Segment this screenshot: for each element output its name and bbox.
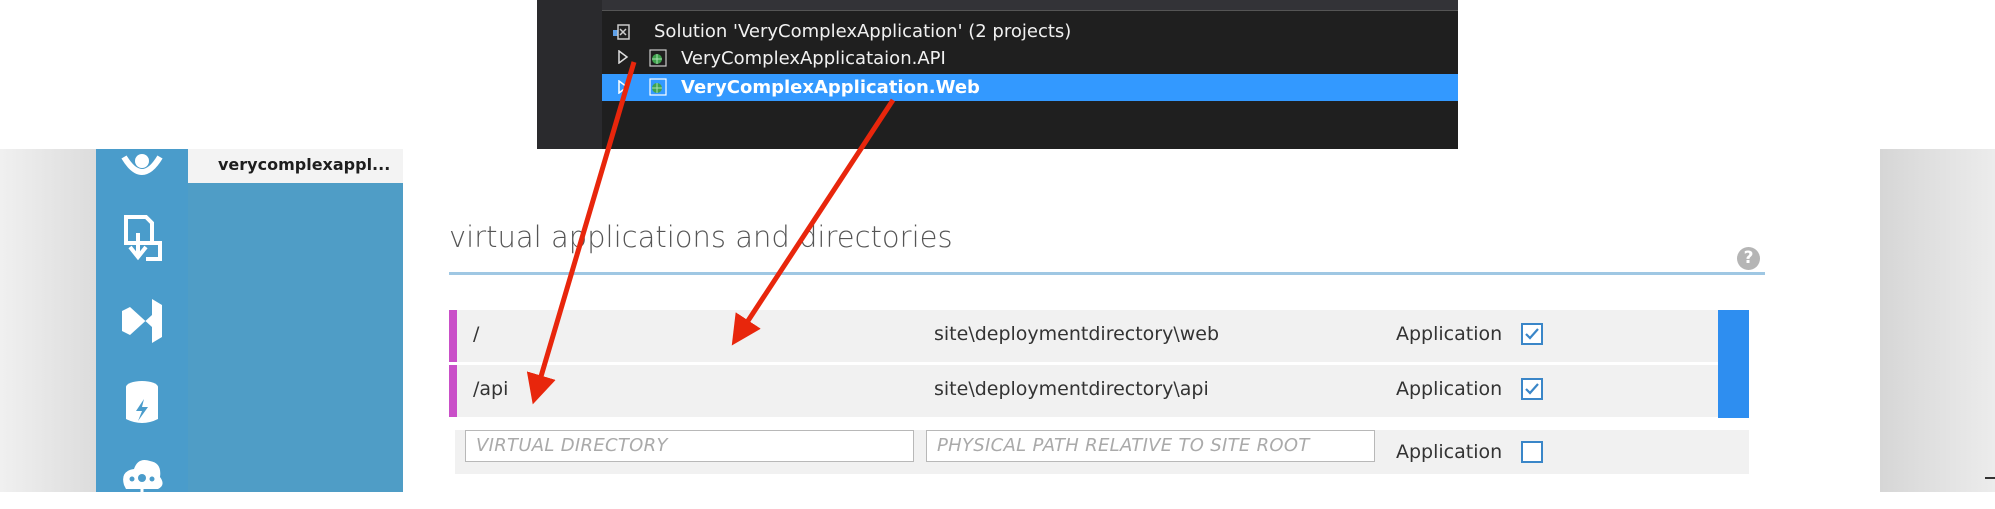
physical-path-input[interactable]: PHYSICAL PATH RELATIVE TO SITE ROOT	[926, 430, 1375, 462]
checkmark-icon	[1525, 383, 1539, 395]
portal-left-margin	[0, 149, 96, 492]
type-cell: Application	[1396, 441, 1503, 463]
subnav-panel	[188, 149, 403, 492]
help-icon[interactable]: ?	[1737, 247, 1760, 270]
project-node-web[interactable]: VeryComplexApplication.Web	[681, 77, 980, 98]
site-name[interactable]: verycomplexappl...	[218, 155, 390, 174]
type-cell: Application	[1396, 378, 1503, 400]
virtual-directory-input[interactable]: VIRTUAL DIRECTORY	[465, 430, 914, 462]
solution-icon	[613, 24, 630, 40]
physical-path-cell: site\deploymentdirectory\web	[934, 323, 1220, 345]
row-accent	[449, 310, 457, 362]
solution-node[interactable]: Solution 'VeryComplexApplication' (2 pro…	[654, 21, 1071, 42]
section-divider	[449, 272, 1765, 275]
virtual-path-cell: /api	[473, 378, 509, 400]
cursor-mark	[1985, 477, 1995, 479]
section-title: virtual applications and directories	[449, 220, 953, 254]
project-node-api[interactable]: VeryComplexApplicataion.API	[681, 48, 946, 69]
type-cell: Application	[1396, 323, 1503, 345]
virtual-path-cell: /	[473, 323, 480, 345]
portal-right-margin	[1880, 149, 1995, 492]
nav-rail	[96, 149, 188, 499]
publish-icon[interactable]	[96, 207, 188, 271]
web-project-icon	[649, 78, 667, 96]
application-checkbox[interactable]	[1521, 323, 1543, 345]
new-entry-row: VIRTUAL DIRECTORY PHYSICAL PATH RELATIVE…	[455, 430, 1749, 474]
network-icon[interactable]	[96, 445, 188, 509]
table-row: /api site\deploymentdirectory\api Applic…	[449, 365, 1749, 417]
table-row: / site\deploymentdirectory\web Applicati…	[449, 310, 1749, 362]
solution-search-box[interactable]	[602, 0, 1458, 11]
application-checkbox[interactable]	[1521, 378, 1543, 400]
checkmark-icon	[1525, 328, 1539, 340]
application-checkbox[interactable]	[1521, 441, 1543, 463]
deploy-icon[interactable]	[96, 141, 188, 205]
web-project-icon	[649, 49, 667, 67]
visual-studio-icon[interactable]	[96, 289, 188, 353]
storage-icon[interactable]	[96, 371, 188, 435]
expand-arrow-icon[interactable]	[617, 50, 629, 64]
expand-arrow-icon[interactable]	[617, 80, 629, 94]
row-scroll-indicator[interactable]	[1718, 310, 1749, 418]
gear-shield-icon	[121, 154, 163, 175]
physical-path-cell: site\deploymentdirectory\api	[934, 378, 1209, 400]
row-accent	[449, 365, 457, 417]
